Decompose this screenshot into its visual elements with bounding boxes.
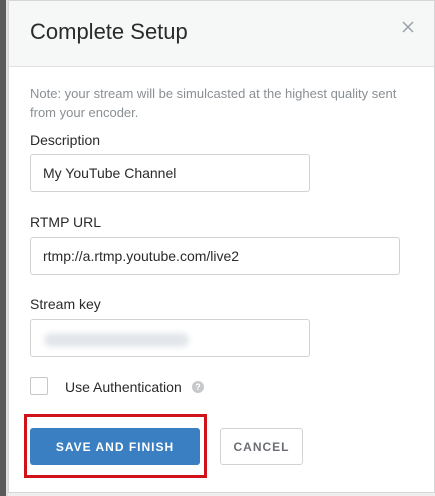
- complete-setup-dialog: Complete Setup Note: your stream will be…: [8, 0, 435, 496]
- use-authentication-checkbox[interactable]: [30, 377, 48, 395]
- rtmp-url-label: RTMP URL: [30, 214, 102, 230]
- dialog-header: Complete Setup: [9, 0, 434, 67]
- question-circle-icon[interactable]: ?: [192, 381, 204, 393]
- description-label: Description: [30, 132, 101, 148]
- close-icon: [402, 21, 414, 33]
- window-bottom-edge: [8, 492, 435, 496]
- stream-key-label: Stream key: [30, 296, 101, 312]
- window-edge: [0, 0, 8, 496]
- rtmp-url-input[interactable]: [30, 237, 400, 275]
- dialog-title: Complete Setup: [30, 19, 188, 44]
- close-button[interactable]: [398, 17, 418, 37]
- redacted-stream-key: [44, 333, 189, 347]
- cancel-button[interactable]: CANCEL: [220, 428, 303, 465]
- description-input[interactable]: [30, 154, 310, 192]
- use-authentication-label[interactable]: Use Authentication: [65, 379, 182, 395]
- simulcast-note: Note: your stream will be simulcasted at…: [30, 86, 397, 120]
- save-and-finish-button[interactable]: SAVE AND FINISH: [30, 428, 200, 465]
